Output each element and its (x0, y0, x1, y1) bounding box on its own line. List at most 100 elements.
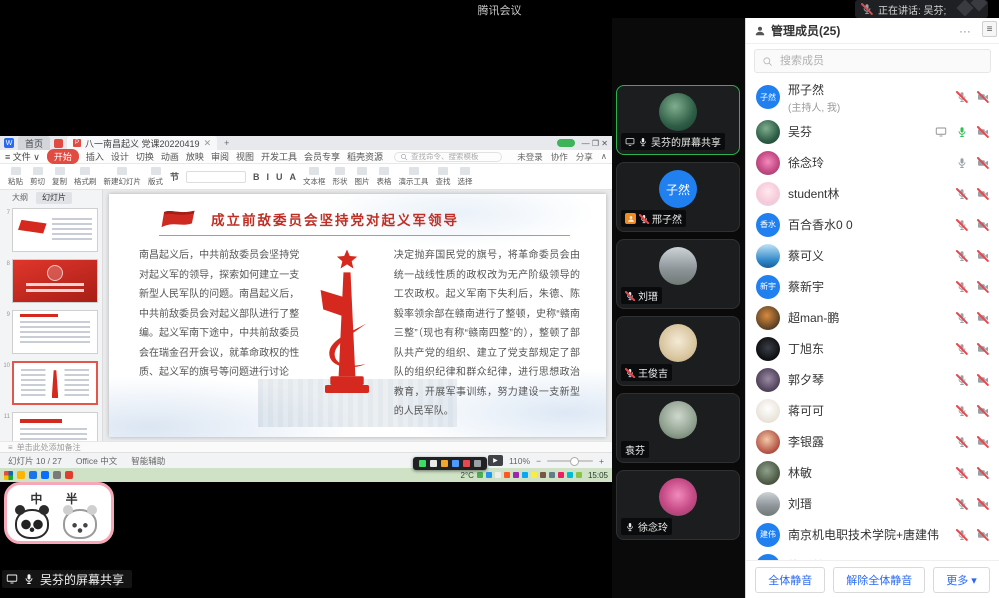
toolbar-button-B[interactable]: B (253, 172, 260, 182)
slide-thumbnail[interactable] (12, 208, 98, 252)
ribbon-tab-开始[interactable]: 开始 (47, 149, 79, 164)
camera-off-icon[interactable] (977, 343, 989, 355)
member-row[interactable]: 丁旭东 (746, 333, 999, 364)
camera-off-icon[interactable] (977, 374, 989, 386)
member-search-box[interactable] (754, 49, 991, 73)
tab-outline[interactable]: 大纲 (6, 192, 34, 204)
collaborate-button[interactable]: 协作 (551, 151, 568, 163)
camera-off-icon[interactable] (977, 560, 989, 561)
camera-off-icon[interactable] (977, 529, 989, 541)
toolbar-button-I[interactable]: I (267, 172, 270, 182)
panel-more-button[interactable]: ··· (959, 25, 971, 37)
ribbon-search-box[interactable]: 查找命令、搜索模板 (394, 152, 502, 162)
ribbon-tab-视图[interactable]: 视图 (236, 150, 254, 163)
tray-icon[interactable] (486, 472, 492, 478)
ribbon-tab-动画[interactable]: 动画 (161, 150, 179, 163)
tray-icon[interactable] (477, 472, 483, 478)
mic-status-icon[interactable] (956, 91, 968, 103)
mic-status-icon[interactable] (956, 312, 968, 324)
notes-bar[interactable]: ≡ 单击此处添加备注 (0, 441, 612, 452)
toolbar-button-演示工具[interactable]: 演示工具 (399, 167, 429, 187)
toolbar-button-文本框[interactable]: 文本框 (303, 167, 326, 187)
member-row[interactable]: 蔡可义 (746, 240, 999, 271)
member-row[interactable]: 李银露 (746, 426, 999, 457)
toolbar-button-版式[interactable]: 版式 (148, 167, 163, 187)
mic-status-icon[interactable] (956, 560, 968, 561)
taskbar-app-icon[interactable] (17, 471, 25, 479)
tray-icon[interactable] (504, 472, 510, 478)
mic-status-icon[interactable] (956, 281, 968, 293)
slide-thumbnail[interactable] (12, 259, 98, 303)
tray-icon[interactable] (576, 472, 582, 478)
video-tile[interactable]: 吴芬的屏幕共享 (616, 85, 740, 155)
ribbon-tab-设计[interactable]: 设计 (111, 150, 129, 163)
toolbar-button-表格[interactable]: 表格 (377, 167, 392, 187)
mic-status-icon[interactable] (956, 498, 968, 510)
toolbar-button-节[interactable]: 节 (170, 170, 179, 183)
ribbon-tab-审阅[interactable]: 审阅 (211, 150, 229, 163)
toolbar-button-查找[interactable]: 查找 (436, 167, 451, 187)
camera-off-icon[interactable] (977, 405, 989, 417)
toolbar-button-A[interactable]: A (290, 172, 297, 182)
sidebar-toggle-icon[interactable]: ≡ (982, 21, 997, 37)
camera-off-icon[interactable] (977, 467, 989, 479)
toolbar-button-图片[interactable]: 图片 (355, 167, 370, 187)
mic-status-icon[interactable] (956, 436, 968, 448)
tab-slides[interactable]: 幻灯片 (36, 192, 72, 204)
toolbar-button-形状[interactable]: 形状 (333, 167, 348, 187)
tray-icon[interactable] (549, 472, 555, 478)
video-tile[interactable]: 袁芬 (616, 393, 740, 463)
ribbon-tab-稻壳资源[interactable]: 稻壳资源 (347, 150, 383, 163)
mic-status-icon[interactable] (956, 374, 968, 386)
camera-off-icon[interactable] (977, 157, 989, 169)
mic-status-icon[interactable] (956, 126, 968, 138)
taskbar-app-icon[interactable] (29, 471, 37, 479)
member-row[interactable]: student林 (746, 178, 999, 209)
taskbar-app-icon[interactable] (65, 471, 73, 479)
mic-status-icon[interactable] (956, 405, 968, 417)
tray-icon[interactable] (495, 472, 501, 478)
toolbar-button-U[interactable]: U (276, 172, 283, 182)
camera-off-icon[interactable] (977, 498, 989, 510)
video-tile[interactable]: 王俊吉 (616, 316, 740, 386)
toolbar-button-格式刷[interactable]: 格式刷 (74, 167, 97, 187)
camera-off-icon[interactable] (977, 250, 989, 262)
video-tile[interactable]: 子然 邢子然 (616, 162, 740, 232)
toolbar-button-复制[interactable]: 复制 (52, 167, 67, 187)
toolbar-button-粘贴[interactable]: 粘贴 (8, 167, 23, 187)
mute-all-button[interactable]: 全体静音 (755, 567, 825, 593)
member-row[interactable]: 琴兰 施琴兰 (746, 550, 999, 560)
more-actions-button[interactable]: 更多 ▾ (933, 567, 990, 593)
share-button[interactable]: 分享 (576, 151, 593, 163)
close-tab-icon[interactable]: ✕ (204, 138, 212, 149)
tray-icon[interactable] (513, 472, 519, 478)
mic-status-icon[interactable] (956, 188, 968, 200)
slideshow-play-button[interactable]: ▶ (488, 455, 503, 466)
tray-icon[interactable] (522, 472, 528, 478)
share-toolbar-icon[interactable] (474, 460, 481, 467)
member-row[interactable]: 香水 百合香水0 0 (746, 209, 999, 240)
taskbar-app-icon[interactable] (41, 471, 49, 479)
member-row[interactable]: 蒋可可 (746, 395, 999, 426)
mic-status-icon[interactable] (956, 219, 968, 231)
slide-thumbnail[interactable] (12, 412, 98, 441)
camera-off-icon[interactable] (977, 91, 989, 103)
camera-off-icon[interactable] (977, 188, 989, 200)
camera-off-icon[interactable] (977, 126, 989, 138)
windows-start-icon[interactable] (4, 471, 13, 480)
member-row[interactable]: 子然 邢子然 (主持人, 我) (746, 78, 999, 116)
slide-thumbnail[interactable] (12, 361, 98, 405)
wps-file-menu[interactable]: ≡ 文件 ∨ (5, 150, 40, 163)
member-row[interactable]: 超man-鹏 (746, 302, 999, 333)
member-row[interactable]: 新宇 蔡新宇 (746, 271, 999, 302)
mic-status-icon[interactable] (956, 343, 968, 355)
taskbar-app-icon[interactable] (53, 471, 61, 479)
ribbon-tab-放映[interactable]: 放映 (186, 150, 204, 163)
tray-icon[interactable] (567, 472, 573, 478)
camera-off-icon[interactable] (977, 281, 989, 293)
zoom-out-button[interactable]: − (536, 456, 541, 466)
mic-status-icon[interactable] (956, 157, 968, 169)
share-toolbar-icon[interactable] (430, 460, 437, 467)
share-toolbar-icon[interactable] (463, 460, 470, 467)
meeting-share-toolbar[interactable] (413, 457, 487, 470)
